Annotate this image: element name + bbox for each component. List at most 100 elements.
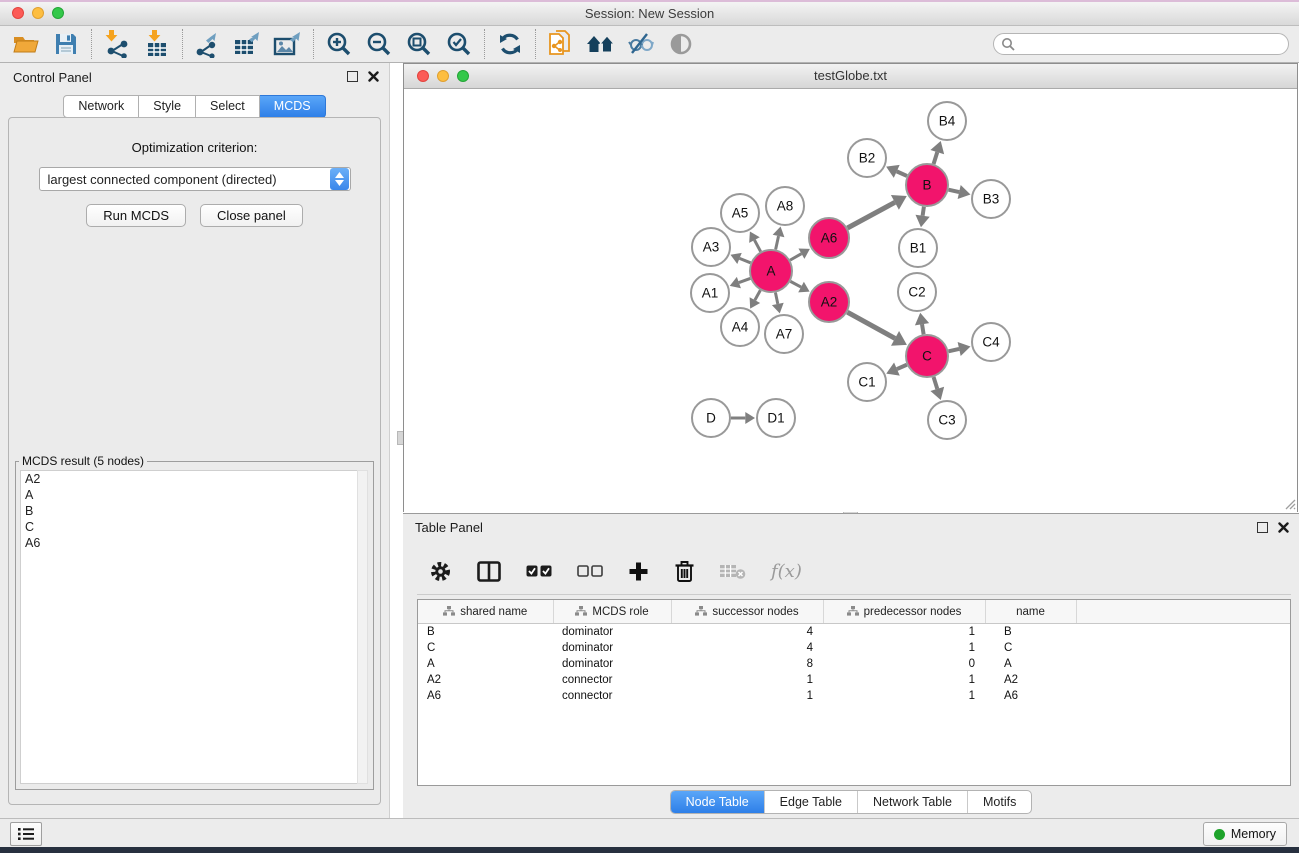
result-item[interactable]: B [21, 503, 357, 519]
graph-edge-A-A8[interactable] [776, 236, 779, 249]
attribute-tree-icon [695, 606, 707, 616]
zoom-out-button[interactable] [359, 28, 399, 60]
settings-gear-icon[interactable] [429, 560, 452, 583]
close-window-button[interactable] [12, 7, 24, 19]
show-eye-button[interactable] [661, 28, 701, 60]
graph-edge-B-B4[interactable] [934, 152, 938, 164]
tab-motifs[interactable]: Motifs [967, 791, 1031, 813]
task-history-button[interactable] [10, 822, 42, 846]
float-panel-icon[interactable] [1257, 522, 1268, 533]
close-panel-button[interactable]: Close panel [200, 204, 303, 227]
graph-edge-C-C1[interactable] [897, 365, 907, 369]
add-column-icon[interactable] [628, 561, 649, 582]
float-panel-icon[interactable] [347, 71, 358, 82]
table-cell-filler [1076, 640, 1290, 656]
table-row[interactable]: Bdominator41B [418, 624, 1290, 641]
hide-glasses-button[interactable] [621, 28, 661, 60]
network-from-selection-button[interactable] [541, 28, 581, 60]
tab-edge-table[interactable]: Edge Table [764, 791, 857, 813]
network-close-button[interactable] [417, 70, 429, 82]
search-icon [1001, 37, 1015, 51]
graph-node-label: C2 [908, 285, 925, 300]
table-row[interactable]: A2connector11A2 [418, 672, 1290, 688]
tab-mcds[interactable]: MCDS [260, 95, 326, 118]
column-header-mcds-role[interactable]: MCDS role [553, 600, 671, 624]
graph-edge-A-A5[interactable] [754, 240, 760, 252]
column-header-successor-nodes[interactable]: successor nodes [671, 600, 823, 624]
close-panel-icon[interactable] [368, 71, 379, 82]
deselect-all-icon[interactable] [577, 565, 603, 578]
table-row[interactable]: Cdominator41C [418, 640, 1290, 656]
table-row[interactable]: Adominator80A [418, 656, 1290, 672]
export-image-icon [273, 30, 303, 58]
graph-edge-A-A3[interactable] [740, 258, 751, 262]
tab-network[interactable]: Network [63, 95, 139, 118]
close-panel-icon[interactable] [1278, 522, 1289, 533]
table-cell: B [985, 624, 1076, 641]
tab-select[interactable]: Select [196, 95, 260, 118]
network-minimize-button[interactable] [437, 70, 449, 82]
network-zoom-button[interactable] [457, 70, 469, 82]
zoom-fit-button[interactable] [399, 28, 439, 60]
result-item[interactable]: A [21, 487, 357, 503]
toolbar-separator [535, 29, 536, 59]
graph-edge-A-A4[interactable] [755, 290, 760, 300]
refresh-button[interactable] [490, 28, 530, 60]
delete-icon[interactable] [674, 560, 695, 583]
table-cell: dominator [553, 656, 671, 672]
result-item[interactable]: C [21, 519, 357, 535]
show-eye-icon [668, 31, 694, 57]
graph-edge-B-B3[interactable] [948, 190, 959, 192]
export-network-button[interactable] [188, 28, 228, 60]
column-header-predecessor-nodes[interactable]: predecessor nodes [823, 600, 985, 624]
graph-edge-B-B2[interactable] [897, 171, 907, 176]
run-mcds-button[interactable]: Run MCDS [86, 204, 186, 227]
tab-node-table[interactable]: Node Table [671, 791, 764, 813]
export-image-button[interactable] [268, 28, 308, 60]
column-header-shared-name[interactable]: shared name [418, 600, 553, 624]
export-table-button[interactable] [228, 28, 268, 60]
import-table-button[interactable] [137, 28, 177, 60]
graph-edge-A-A1[interactable] [739, 278, 750, 282]
zoom-in-button[interactable] [319, 28, 359, 60]
graph-edge-A6-B[interactable] [847, 202, 894, 228]
graph-edge-A-A7[interactable] [775, 293, 777, 304]
zoom-selected-button[interactable] [439, 28, 479, 60]
import-network-button[interactable] [97, 28, 137, 60]
criterion-dropdown[interactable]: largest connected component (directed) [39, 167, 351, 191]
table-panel-header: Table Panel [403, 514, 1299, 542]
tab-network-table[interactable]: Network Table [857, 791, 967, 813]
delete-table-icon [720, 563, 746, 580]
graph-edge-A-A2[interactable] [790, 281, 801, 287]
resize-grip-icon[interactable] [1283, 497, 1296, 510]
graph-edge-C-C2[interactable] [922, 324, 924, 334]
result-item[interactable]: A2 [21, 471, 357, 487]
save-session-button[interactable] [46, 28, 86, 60]
tab-style[interactable]: Style [139, 95, 196, 118]
graph-edge-C-C3[interactable] [934, 377, 938, 389]
memory-button[interactable]: Memory [1203, 822, 1287, 846]
minimize-window-button[interactable] [32, 7, 44, 19]
table-panel: Table Panel f(x) [403, 513, 1299, 818]
graph-edge-A2-C[interactable] [847, 312, 895, 338]
graph-edge-B-B1[interactable] [923, 207, 924, 216]
network-window-title: testGlobe.txt [814, 68, 887, 83]
graph-edge-C-C4[interactable] [948, 349, 959, 351]
search-input[interactable] [993, 33, 1289, 55]
open-session-button[interactable] [6, 28, 46, 60]
zoom-window-button[interactable] [52, 7, 64, 19]
result-item[interactable]: A6 [21, 535, 357, 551]
home-button[interactable] [581, 28, 621, 60]
memory-status-icon [1214, 829, 1225, 840]
result-scrollbar[interactable] [357, 470, 368, 784]
graph-edge-A-A6[interactable] [790, 254, 801, 260]
select-all-icon[interactable] [526, 565, 552, 578]
table-row[interactable]: A6connector11A6 [418, 688, 1290, 704]
columns-icon[interactable] [477, 561, 501, 582]
network-canvas[interactable]: B4B2BB3B1C2A5A8A6A3AA1A2A4A7C4CC1C3DD1 [404, 89, 1297, 512]
graph-node-label: D1 [767, 411, 784, 426]
control-panel-title: Control Panel [13, 70, 92, 85]
network-window-titlebar[interactable]: testGlobe.txt [404, 64, 1297, 89]
export-network-icon [194, 30, 222, 58]
column-header-name[interactable]: name [985, 600, 1076, 624]
